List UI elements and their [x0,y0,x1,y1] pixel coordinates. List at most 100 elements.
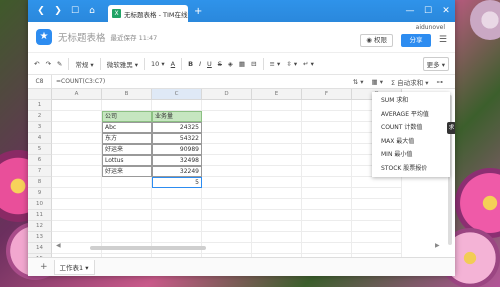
column-header[interactable]: C [152,89,202,100]
row-header[interactable]: 6 [28,155,52,166]
strikethrough-icon[interactable]: S [218,60,222,68]
cell[interactable] [302,210,352,221]
fill-color-icon[interactable]: ◈ [228,60,233,68]
cell[interactable] [252,177,302,188]
row-header[interactable]: 8 [28,177,52,188]
cell[interactable]: 32249 [152,166,202,177]
font-size-select[interactable]: 10 ▾ [151,60,165,68]
cell[interactable] [252,166,302,177]
font-color-icon[interactable]: A [171,60,175,68]
cell[interactable] [252,221,302,232]
row-header[interactable]: 4 [28,133,52,144]
more-button[interactable]: 更多 ▾ [422,56,449,71]
cell[interactable] [202,243,252,254]
active-cell[interactable]: 5 [152,177,202,188]
row-header[interactable]: 10 [28,199,52,210]
number-format-select[interactable]: 常规 ▾ [75,59,93,69]
format-painter-icon[interactable]: ✎ [57,60,62,68]
cell[interactable] [52,133,102,144]
cell[interactable] [252,122,302,133]
cell[interactable] [52,177,102,188]
cell[interactable] [102,188,152,199]
cell[interactable]: 32498 [152,155,202,166]
row-header[interactable]: 5 [28,144,52,155]
cell[interactable] [202,144,252,155]
cell[interactable] [152,221,202,232]
cell[interactable] [302,100,352,111]
filter-icon[interactable]: ▦ ▾ [371,78,382,86]
cell[interactable] [302,243,352,254]
cell[interactable] [302,221,352,232]
cell[interactable] [202,188,252,199]
cell[interactable]: 好运来 [102,166,152,177]
cell[interactable] [252,188,302,199]
horizontal-scrollbar[interactable] [90,246,206,250]
menu-item-sum[interactable]: SUM 求和 [372,94,450,108]
underline-icon[interactable]: U [207,60,212,68]
cell[interactable] [52,199,102,210]
cell[interactable] [352,177,402,188]
align-icon[interactable]: ≡ ▾ [270,60,281,68]
maximize-icon[interactable]: ☐ [419,6,437,16]
cell[interactable] [202,133,252,144]
row-header[interactable]: 13 [28,232,52,243]
row-header[interactable]: 14 [28,243,52,254]
cell[interactable] [102,177,152,188]
cell-reference[interactable]: C8 [28,75,52,88]
column-header[interactable]: A [52,89,102,100]
header-cell-amount[interactable]: 业务量 [152,111,202,122]
cell[interactable] [102,232,152,243]
cell[interactable] [152,188,202,199]
formula-input[interactable]: =COUNT(C3:C7) [52,78,105,85]
cell[interactable] [52,188,102,199]
cell[interactable] [102,100,152,111]
sort-icon[interactable]: ⇅ ▾ [353,78,364,86]
row-header[interactable]: 1 [28,100,52,111]
cell[interactable] [202,177,252,188]
header-cell-company[interactable]: 公司 [102,111,152,122]
cell[interactable]: Abc [102,122,152,133]
document-title[interactable]: 无标题表格 [58,30,106,44]
cell[interactable]: Lottus [102,155,152,166]
cell[interactable] [302,166,352,177]
minimize-icon[interactable]: — [401,6,419,16]
cell[interactable] [202,155,252,166]
row-header[interactable]: 2 [28,111,52,122]
scroll-right-icon[interactable]: ▶ [435,242,440,249]
cell[interactable] [152,210,202,221]
cell[interactable] [302,122,352,133]
column-header[interactable]: F [302,89,352,100]
cell[interactable] [102,199,152,210]
browser-tab[interactable]: X 无标题表格 - TIM在线文档 × [108,5,188,22]
wrap-icon[interactable]: ↵ ▾ [303,60,314,68]
add-sheet-button[interactable]: + [40,262,48,272]
scroll-left-icon[interactable]: ◀ [56,242,61,249]
cell[interactable] [102,210,152,221]
cell[interactable] [352,232,402,243]
sheet-tab[interactable]: 工作表1 ▾ [53,259,95,275]
cell[interactable]: 90989 [152,144,202,155]
user-name[interactable]: aidunovel [416,24,445,31]
cell[interactable] [302,144,352,155]
row-header[interactable]: 3 [28,122,52,133]
cell[interactable] [52,111,102,122]
cell[interactable] [52,100,102,111]
cell[interactable] [202,221,252,232]
share-button[interactable]: 分享 [401,34,431,47]
cell[interactable] [352,243,402,254]
cell[interactable] [52,122,102,133]
cell[interactable] [152,199,202,210]
column-header[interactable]: E [252,89,302,100]
cell[interactable] [302,111,352,122]
row-header[interactable]: 7 [28,166,52,177]
cell[interactable] [52,221,102,232]
cell[interactable] [252,155,302,166]
close-window-icon[interactable]: ✕ [437,6,455,16]
cell[interactable] [102,221,152,232]
cell[interactable] [252,232,302,243]
row-header[interactable]: 9 [28,188,52,199]
cell[interactable]: 好运来 [102,144,152,155]
menu-item-min[interactable]: MIN 最小值 [372,148,450,162]
cell[interactable] [252,199,302,210]
valign-icon[interactable]: ⇳ ▾ [286,60,297,68]
